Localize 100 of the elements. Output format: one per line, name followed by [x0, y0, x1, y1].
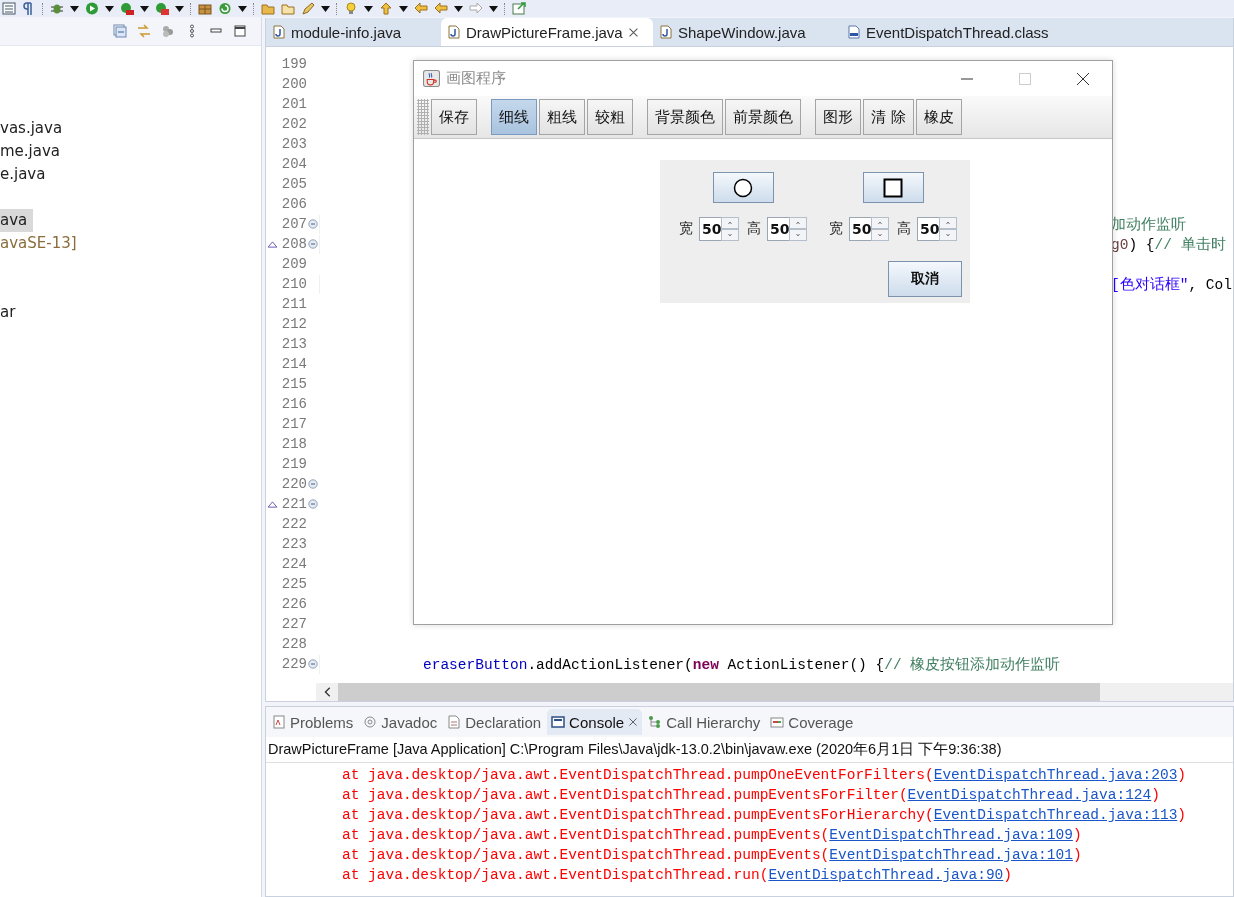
source-link[interactable]: EventDispatchThread.java:90 — [768, 867, 1004, 883]
editor-tab[interactable]: EventDispatchThread.class — [841, 18, 1061, 46]
tab-label: Problems — [290, 713, 354, 731]
tool-button[interactable]: 细线 — [491, 99, 537, 135]
pen-icon[interactable] — [301, 2, 315, 15]
tree-item[interactable]: vas.java — [0, 117, 69, 140]
horizontal-scrollbar[interactable] — [316, 683, 1233, 701]
bug-icon[interactable] — [50, 2, 64, 15]
line-number: 210 — [280, 276, 307, 292]
fold-icon[interactable] — [308, 239, 318, 249]
external-window-icon[interactable] — [512, 2, 526, 15]
fold-icon[interactable] — [308, 479, 318, 489]
cancel-button[interactable]: 取消 — [888, 261, 962, 297]
panel-tab[interactable]: Javadoc — [359, 709, 442, 735]
line-number: 208 — [280, 236, 307, 252]
dropdown-caret-icon[interactable] — [238, 5, 247, 12]
dropdown-caret-icon[interactable] — [175, 5, 184, 12]
line-number: 201 — [280, 96, 307, 112]
class-file-icon — [847, 25, 861, 39]
toolbar-grip-icon[interactable] — [417, 99, 429, 135]
back-arrow-icon[interactable] — [434, 2, 448, 15]
editor-tab[interactable]: module-info.java — [266, 18, 441, 46]
number-spinner[interactable]: 50 — [917, 217, 939, 241]
tool-button[interactable]: 背景颜色 — [647, 99, 723, 135]
line-number: 216 — [280, 396, 307, 412]
dropdown-caret-icon[interactable] — [140, 5, 149, 12]
shape-button[interactable] — [862, 172, 924, 203]
tool-button[interactable]: 清 除 — [863, 99, 914, 135]
tree-item[interactable]: avaSE-13] — [0, 232, 83, 255]
panel-tab[interactable]: Problems — [268, 709, 358, 735]
console-title: DrawPictureFrame [Java Application] C:\Program Files\Java\jdk-13.0.2\bin\javaw.exe (2020年6月1日 下午9:36:38) — [266, 737, 1233, 763]
source-link[interactable]: EventDispatchThread.java:113 — [933, 807, 1178, 823]
up-arrow-icon[interactable] — [379, 2, 393, 15]
number-spinner[interactable]: 50 — [699, 217, 721, 241]
link-arrows-icon[interactable] — [137, 24, 151, 38]
dropdown-caret-icon[interactable] — [454, 5, 463, 12]
close-icon[interactable] — [627, 26, 639, 38]
circle-icon — [733, 177, 753, 198]
code-line: eraserButton.addActionListener(new ActionListener() {// 橡皮按钮添加动作监听 — [319, 654, 1061, 674]
stack-trace-line: at java.desktop/java.awt.EventDispatchThread.pumpEventsForHierarchy(EventDispatchThread.java:113) — [342, 806, 1188, 825]
forward-arrow-icon[interactable] — [469, 2, 483, 15]
dropdown-caret-icon[interactable] — [105, 5, 114, 12]
back-arrow-icon[interactable] — [414, 2, 428, 15]
folder-icon[interactable] — [261, 2, 275, 15]
number-spinner[interactable]: 50 — [849, 217, 871, 241]
dropdown-caret-icon[interactable] — [489, 5, 498, 12]
external-tools-icon[interactable] — [155, 2, 169, 15]
refresh-icon[interactable] — [218, 2, 232, 15]
tool-button[interactable]: 较粗 — [587, 99, 633, 135]
hierarchy-icon — [648, 715, 663, 729]
tree-item[interactable]: ar — [0, 301, 22, 324]
coverage-run-icon[interactable] — [120, 2, 134, 15]
tab-label: ShapeWindow.java — [678, 23, 806, 41]
editor-tab[interactable]: ShapeWindow.java — [653, 18, 841, 46]
maximize-icon — [1018, 71, 1032, 86]
number-spinner[interactable]: 50 — [767, 217, 789, 241]
declaration-icon — [447, 715, 462, 729]
stack-trace-line: at java.desktop/java.awt.EventDispatchThread.pumpEvents(EventDispatchThread.java:101) — [342, 846, 1083, 865]
panel-tab[interactable]: Coverage — [766, 709, 858, 735]
open-folder-icon[interactable] — [281, 2, 295, 15]
collapse-all-icon[interactable] — [113, 24, 127, 38]
tree-item[interactable]: me.java — [0, 140, 67, 163]
source-link[interactable]: EventDispatchThread.java:203 — [933, 767, 1178, 783]
line-number: 200 — [280, 76, 307, 92]
maximize-icon[interactable] — [233, 24, 247, 38]
scrollbar-thumb[interactable] — [338, 683, 1100, 701]
fold-icon[interactable] — [308, 659, 318, 669]
stack-trace-line: at java.desktop/java.awt.EventDispatchThread.run(EventDispatchThread.java:90) — [342, 866, 1014, 885]
panel-tab[interactable]: Declaration — [443, 709, 546, 735]
tab-label: EventDispatchThread.class — [866, 23, 1049, 41]
dropdown-caret-icon[interactable] — [399, 5, 408, 12]
line-number: 212 — [280, 316, 307, 332]
dropdown-caret-icon[interactable] — [364, 5, 373, 12]
package-icon[interactable] — [198, 2, 212, 15]
tree-item[interactable]: ava — [0, 209, 34, 232]
tool-button[interactable]: 橡皮 — [915, 99, 962, 135]
tool-button[interactable]: 粗线 — [539, 99, 585, 135]
fold-icon[interactable] — [308, 499, 318, 509]
tree-item[interactable]: e.java — [0, 163, 52, 186]
tool-button[interactable]: 保存 — [431, 99, 477, 135]
source-link[interactable]: EventDispatchThread.java:124 — [907, 787, 1152, 803]
shape-button[interactable] — [712, 172, 774, 203]
fold-icon[interactable] — [308, 219, 318, 229]
panel-tab[interactable]: Console — [547, 709, 643, 735]
filter-icon[interactable] — [161, 24, 175, 38]
tool-button[interactable]: 前景颜色 — [725, 99, 801, 135]
panel-tab[interactable]: Call Hierarchy — [644, 709, 765, 735]
close-icon[interactable] — [628, 717, 639, 727]
line-number: 215 — [280, 376, 307, 392]
dropdown-caret-icon[interactable] — [70, 5, 79, 12]
run-icon[interactable] — [85, 2, 99, 15]
source-link[interactable]: EventDispatchThread.java:101 — [829, 847, 1073, 863]
list-icon[interactable] — [2, 2, 16, 15]
editor-tab[interactable]: DrawPictureFrame.java — [441, 18, 653, 46]
lightbulb-icon[interactable] — [344, 2, 358, 15]
line-number: 225 — [280, 576, 307, 592]
source-link[interactable]: EventDispatchThread.java:109 — [829, 827, 1073, 843]
dropdown-caret-icon[interactable] — [321, 5, 330, 12]
tab-label: module-info.java — [291, 23, 402, 41]
tool-button[interactable]: 图形 — [815, 99, 861, 135]
